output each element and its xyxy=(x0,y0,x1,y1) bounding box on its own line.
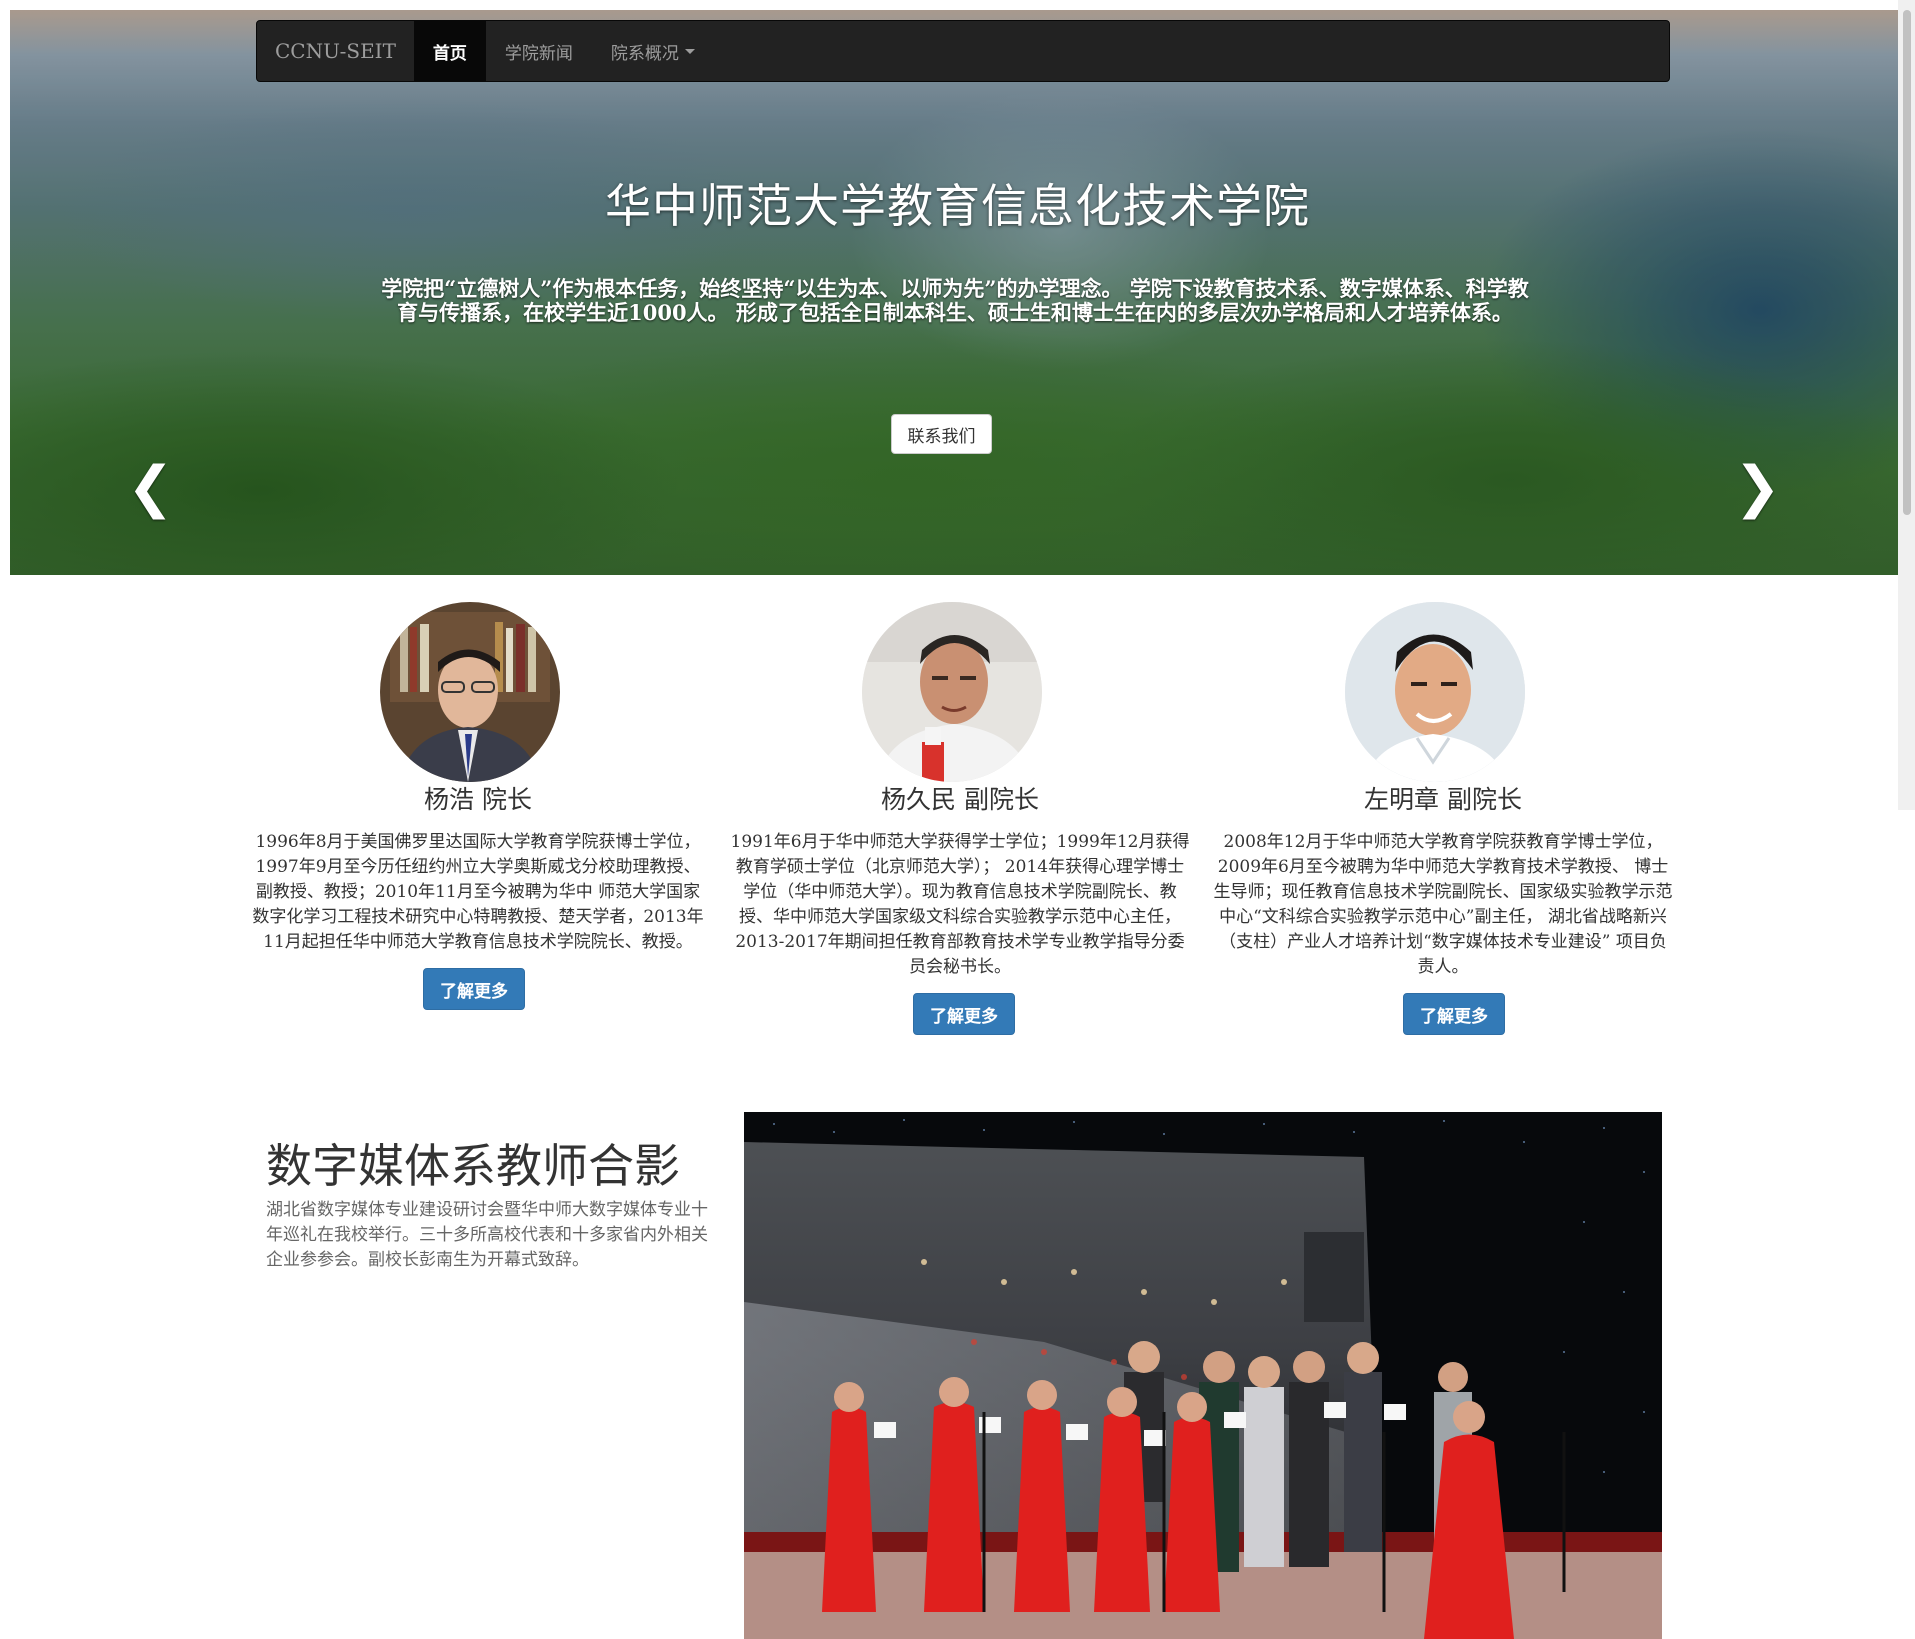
chevron-right-icon[interactable]: ❯ xyxy=(1734,460,1781,516)
nav-item-news[interactable]: 学院新闻 xyxy=(486,21,592,81)
nav-item-overview-dropdown[interactable]: 院系概况 xyxy=(592,21,714,81)
nav-item-home[interactable]: 首页 xyxy=(413,21,486,81)
learn-more-button-dean[interactable]: 了解更多 xyxy=(423,968,525,1010)
navbar-brand[interactable]: CCNU-SEIT xyxy=(257,21,414,81)
faculty-group-photo xyxy=(744,1112,1662,1639)
caret-down-icon xyxy=(684,48,695,54)
hero-description: 学院把“立德树人”作为根本任务，始终坚持“以生为本、以师为先”的办学理念。 学院… xyxy=(381,276,1529,325)
learn-more-button-vice-dean-1[interactable]: 了解更多 xyxy=(913,993,1015,1035)
scrollbar-thumb[interactable] xyxy=(1903,10,1911,515)
nav-item-overview-label: 院系概况 xyxy=(610,43,679,64)
feature-heading: 数字媒体系教师合影 xyxy=(266,1139,680,1193)
hero-title: 华中师范大学教育信息化技术学院 xyxy=(605,179,1310,233)
feature-text: 湖北省数字媒体专业建设研讨会暨华中师大数字媒体专业十年巡礼在我校举行。三十多所高… xyxy=(266,1200,708,1270)
person-name-vice-dean-2: 左明章 副院长 xyxy=(1364,785,1522,814)
nav-item-home-label: 首页 xyxy=(432,43,467,64)
learn-more-button-vice-dean-2[interactable]: 了解更多 xyxy=(1403,993,1505,1035)
avatar-vice-dean-2 xyxy=(1345,602,1525,782)
portrait-image xyxy=(380,602,560,782)
person-name-vice-dean-1: 杨久民 副院长 xyxy=(881,785,1039,814)
group-photo-illustration xyxy=(744,1112,1662,1639)
person-bio-dean: 1996年8月于美国佛罗里达国际大学教育学院获博士学位，1997年9月至今历任纽… xyxy=(252,832,704,952)
person-name-dean: 杨浩 院长 xyxy=(424,785,532,814)
person-bio-vice-dean-2: 2008年12月于华中师范大学教育学院获教育学博士学位，2009年6月至今被聘为… xyxy=(1213,832,1673,977)
chevron-left-icon[interactable]: ❮ xyxy=(127,460,174,516)
avatar-vice-dean-1 xyxy=(862,602,1042,782)
navbar: CCNU-SEIT 首页 学院新闻 院系概况 xyxy=(256,20,1670,82)
contact-us-button[interactable]: 联系我们 xyxy=(891,414,992,454)
person-bio-vice-dean-1: 1991年6月于华中师范大学获得学士学位；1999年12月获得教育学硕士学位（北… xyxy=(730,832,1190,977)
portrait-image xyxy=(862,602,1042,782)
portrait-image xyxy=(1345,602,1525,782)
nav-item-news-label: 学院新闻 xyxy=(504,43,573,64)
avatar-dean xyxy=(380,602,560,782)
